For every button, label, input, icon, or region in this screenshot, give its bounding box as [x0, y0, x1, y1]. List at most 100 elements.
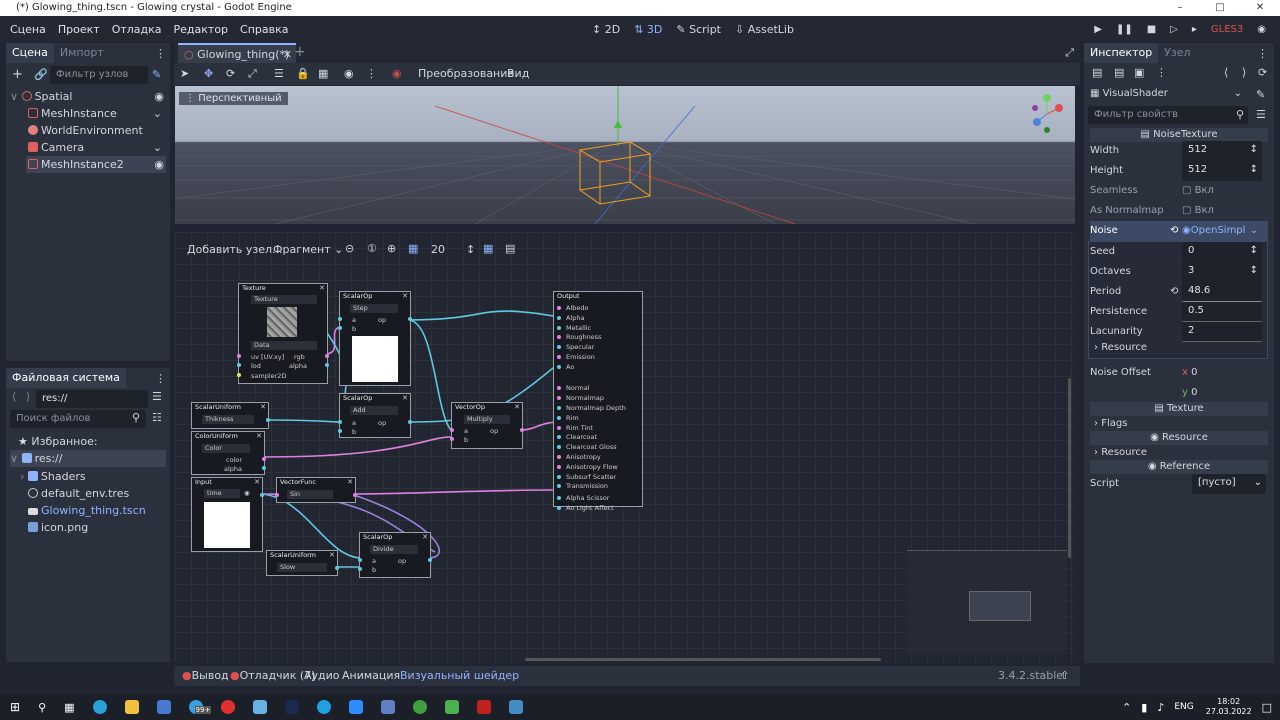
vector-multiply-node[interactable]: VectorOp ✕ Multiply a op b [450, 402, 524, 449]
tab-inspector[interactable]: Инспектор [1084, 43, 1159, 63]
tree-item-spatial[interactable]: ∨ Spatial ◉ [10, 88, 166, 105]
close-node-icon[interactable]: ✕ [260, 403, 266, 411]
transform-menu[interactable]: Преобразование [418, 67, 514, 80]
start-icon[interactable]: ⊞ [10, 700, 20, 714]
visual-shader-graph[interactable]: Добавить узел... Фрагмент ⌄ ⊝ ① ⊕ ▦ 20 ↕… [175, 232, 1075, 662]
normalmap-checkbox[interactable]: ▢ Вкл [1182, 201, 1262, 221]
port-dot[interactable] [557, 464, 561, 469]
new-tab-icon[interactable]: + [294, 44, 306, 60]
chevron-down-icon[interactable]: ⌄ [153, 105, 162, 122]
operator-select[interactable]: Divide [370, 545, 418, 554]
port-dot[interactable] [557, 445, 561, 450]
network-icon[interactable]: ▮ [1141, 701, 1147, 714]
explorer-icon[interactable] [124, 700, 139, 714]
close-node-icon[interactable]: ✕ [402, 394, 408, 402]
port-dot[interactable] [557, 496, 561, 501]
preview-toggle-icon[interactable]: ◉ [244, 489, 250, 497]
rotate-tool-icon[interactable]: ⟳ [226, 67, 235, 80]
tree-item-camera[interactable]: Camera ⌄ [28, 139, 166, 156]
graph-minimap[interactable] [907, 550, 1067, 654]
port-dot[interactable] [237, 373, 241, 377]
port-dot[interactable] [557, 364, 561, 369]
port-dot[interactable] [557, 435, 561, 440]
vim-icon[interactable] [444, 700, 459, 714]
resource-group[interactable]: › Resource [1090, 338, 1268, 358]
dock-menu-icon[interactable]: ⋮ [1257, 47, 1274, 60]
horizontal-scrollbar[interactable] [525, 658, 881, 661]
menu-project[interactable]: Проект [52, 23, 106, 36]
color-uniform-node[interactable]: ColorUniform ✕ Color color alpha [191, 431, 266, 475]
file-favorites[interactable]: ★ Избранное: [18, 433, 98, 450]
close-node-icon[interactable]: ✕ [319, 284, 325, 292]
port-dot[interactable] [557, 386, 561, 391]
scalar-divide-node[interactable]: ScalarOp ✕ Divide a op b [358, 532, 432, 578]
app-icon[interactable] [252, 700, 267, 714]
port-dot[interactable] [557, 425, 561, 430]
port-dot[interactable] [557, 355, 561, 359]
group-icon[interactable]: ▦ [318, 67, 328, 80]
offset-y-field[interactable]: y 0 [1182, 383, 1262, 403]
scale-tool-icon[interactable]: ⤢ [248, 67, 257, 81]
noise-texture-section[interactable]: ▤ NoiseTexture [1090, 128, 1268, 142]
mode-script-button[interactable]: ✎ Script [676, 23, 721, 36]
close-node-icon[interactable]: ✕ [402, 292, 408, 300]
edge-icon[interactable] [92, 700, 107, 714]
script-picker[interactable]: [пусто] ⌄ [1192, 474, 1266, 494]
visibility-icon[interactable]: ◉ [154, 156, 164, 173]
file-icon-png[interactable]: icon.png [28, 519, 88, 536]
port-dot[interactable] [260, 493, 264, 497]
file-default-env[interactable]: default_env.tres [28, 485, 129, 502]
port-dot[interactable] [262, 457, 266, 461]
forward-icon[interactable]: ⟩ [26, 390, 30, 403]
port-dot[interactable] [325, 354, 329, 358]
telegram-icon[interactable]: 99+ [188, 700, 212, 714]
pause-icon[interactable]: ❚❚ [1116, 24, 1133, 35]
tree-item-meshinstance[interactable]: MeshInstance ⌄ [28, 105, 166, 122]
port-dot[interactable] [520, 428, 524, 432]
port-dot[interactable] [338, 420, 342, 424]
port-dot[interactable] [557, 506, 561, 510]
save-resource-icon[interactable]: ▣ [1134, 66, 1144, 79]
width-field[interactable]: 512 ↕ [1182, 141, 1262, 161]
port-dot[interactable] [338, 326, 342, 330]
history-icon[interactable]: ⟳ [1258, 66, 1267, 79]
port-dot[interactable] [335, 566, 339, 570]
menu-debug[interactable]: Отладка [106, 23, 168, 36]
port-dot[interactable] [266, 418, 270, 422]
skype-icon[interactable] [316, 700, 331, 714]
play-scene-icon[interactable]: ▷ [1170, 24, 1178, 35]
tray-chevron-icon[interactable]: ⌃ [1122, 701, 1131, 714]
port-dot[interactable] [557, 396, 561, 401]
offset-x-field[interactable]: x 0 [1182, 363, 1262, 383]
port-dot[interactable] [557, 455, 561, 459]
port-dot[interactable] [428, 558, 432, 562]
port-dot[interactable] [557, 335, 561, 340]
port-dot[interactable] [275, 493, 279, 497]
port-dot[interactable] [557, 484, 561, 489]
chevron-down-icon[interactable]: ⌄ [153, 139, 162, 156]
close-node-icon[interactable]: ✕ [422, 533, 428, 541]
play-icon[interactable]: ▶ [1094, 24, 1102, 35]
port-dot[interactable] [262, 466, 266, 470]
distraction-free-icon[interactable]: ⤢ [1065, 46, 1074, 60]
history-back-icon[interactable]: ⟨ [1224, 66, 1228, 79]
texture-preview[interactable] [267, 307, 297, 337]
tab-node[interactable]: Узел [1158, 43, 1196, 63]
split-view-icon[interactable]: ☰ [152, 390, 162, 403]
mode-2d-button[interactable]: ↕ 2D [592, 23, 620, 36]
seamless-checkbox[interactable]: ▢ Вкл [1182, 181, 1262, 201]
notifications-icon[interactable]: □ [1262, 701, 1272, 714]
store-icon[interactable] [156, 700, 171, 714]
output-node[interactable]: Output Albedo Alpha Metallic Roughness Specu… [553, 291, 643, 512]
port-dot[interactable] [408, 420, 412, 424]
expand-panel-icon[interactable]: ⇧ [1060, 666, 1069, 686]
sort-icon[interactable]: ☷ [152, 411, 162, 424]
port-dot[interactable] [353, 493, 357, 497]
port-dot[interactable] [557, 306, 561, 310]
volume-icon[interactable]: ♪ [1157, 701, 1164, 714]
close-node-icon[interactable]: ✕ [329, 551, 335, 559]
port-dot[interactable] [237, 363, 241, 367]
lock-icon[interactable]: 🔒 [296, 67, 310, 80]
port-dot[interactable] [557, 325, 561, 330]
noise-resource-picker[interactable]: ◉OpenSimpl ⌄ [1182, 221, 1262, 241]
